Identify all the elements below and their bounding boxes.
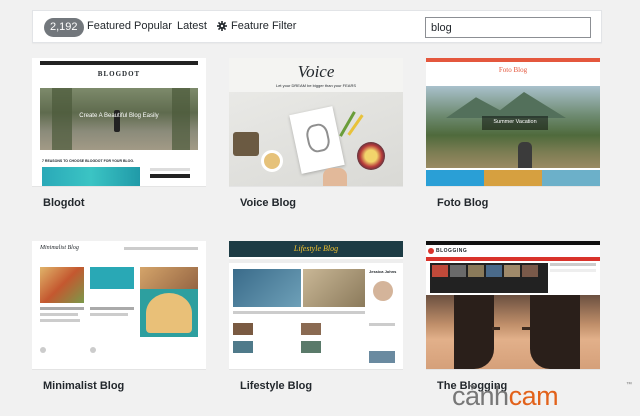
theme-filter-bar: 2,192 Featured Popular Latest Feature Fi…: [32, 10, 602, 43]
preview-logo: Lifestyle Blog: [293, 244, 339, 253]
tab-latest[interactable]: Latest: [177, 20, 207, 32]
theme-name: Blogdot: [32, 186, 206, 218]
preview-post-title: 7 REASONS TO CHOOSE BLOGDOT FOR YOUR BLO…: [42, 159, 135, 163]
preview-logo: BLOGGING: [436, 248, 468, 254]
watermark-text-part1: cảnh: [452, 380, 509, 411]
theme-name: Lifestyle Blog: [229, 369, 403, 401]
tab-popular[interactable]: Popular: [134, 20, 172, 32]
theme-count-badge: 2,192: [44, 18, 84, 37]
theme-screenshot: BLOGDOT Create A Beautiful Blog Easily 7…: [32, 58, 206, 186]
preview-hero-text: Create A Beautiful Blog Easily: [79, 113, 159, 119]
search-themes-input[interactable]: [425, 17, 591, 38]
theme-screenshot: Foto Blog Summer Vacation: [426, 58, 600, 186]
preview-tagline: Let your DREAM be bigger than your FEARS: [275, 83, 357, 88]
theme-screenshot: Lifestyle Blog Jessica Johns: [229, 241, 403, 369]
theme-name: Voice Blog: [229, 186, 403, 218]
preview-logo: BLOGDOT: [97, 70, 141, 78]
preview-title: Voice: [297, 62, 335, 81]
gear-icon: [217, 21, 227, 31]
watermark-text-part2: cam: [508, 380, 559, 411]
watermark-logo: cảnhcam ™: [452, 380, 632, 412]
theme-screenshot: Minimalist Blog: [32, 241, 206, 369]
theme-name: Minimalist Blog: [32, 369, 206, 401]
preview-hero-text: Summer Vacation: [493, 119, 537, 125]
preview-author: Jessica Johns: [369, 269, 397, 274]
watermark-trademark: ™: [626, 382, 632, 388]
theme-screenshot: BLOGGING: [426, 241, 600, 369]
theme-name: Foto Blog: [426, 186, 600, 218]
feature-filter-label: Feature Filter: [231, 20, 297, 32]
theme-screenshot: Voice Let your DREAM be bigger than your…: [229, 58, 403, 186]
tab-featured[interactable]: Featured: [87, 20, 131, 32]
preview-logo: Foto Blog: [498, 66, 528, 74]
preview-logo: Minimalist Blog: [40, 245, 79, 251]
feature-filter-button[interactable]: Feature Filter: [217, 20, 296, 32]
